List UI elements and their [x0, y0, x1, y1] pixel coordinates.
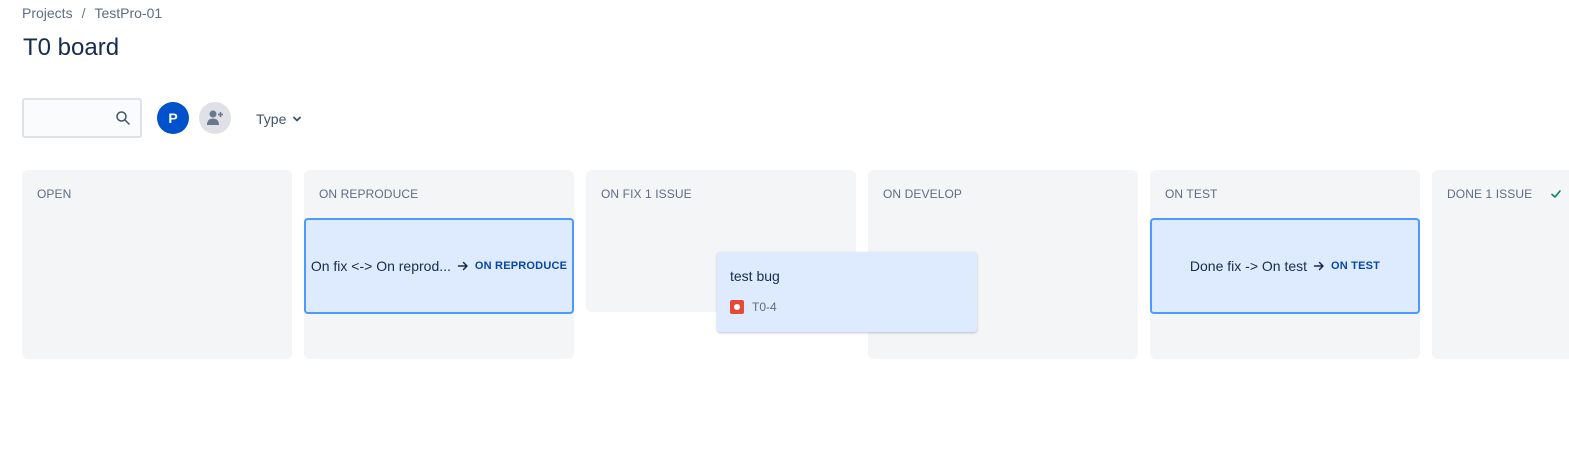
column-open: OPEN: [22, 170, 292, 359]
breadcrumb-separator: /: [81, 5, 86, 21]
column-header: ON FIX 1 ISSUE: [601, 187, 692, 201]
add-people-button[interactable]: [199, 102, 231, 134]
transition-drop-zone[interactable]: Done fix -> On test ON TEST: [1150, 218, 1420, 314]
column-on-test: ON TEST Done fix -> On test ON TEST: [1150, 170, 1420, 359]
bug-icon: [730, 300, 744, 314]
breadcrumb-projects[interactable]: Projects: [22, 5, 73, 21]
arrow-right-icon: [1313, 261, 1324, 271]
transition-label: Done fix -> On test: [1189, 258, 1308, 274]
issue-card[interactable]: test bug T0-4: [717, 252, 977, 332]
column-header: DONE 1 ISSUE: [1447, 187, 1562, 201]
breadcrumb-project[interactable]: TestPro-01: [94, 5, 162, 21]
transition-target-status: ON TEST: [1331, 260, 1381, 272]
column-title: DONE 1 ISSUE: [1447, 187, 1533, 201]
page-title: T0 board: [23, 34, 120, 61]
chevron-down-icon: [293, 116, 302, 122]
issue-card-footer: T0-4: [730, 300, 777, 314]
search-icon[interactable]: [115, 110, 131, 126]
arrow-right-icon: [457, 261, 468, 271]
transition-label: On fix <-> On reprod...: [310, 258, 451, 274]
add-person-icon: [207, 110, 223, 125]
avatar[interactable]: P: [157, 102, 189, 134]
column-header: OPEN: [37, 187, 72, 201]
column-done: DONE 1 ISSUE: [1432, 170, 1569, 359]
issue-key[interactable]: T0-4: [752, 300, 777, 314]
type-filter-dropdown[interactable]: Type: [248, 104, 310, 134]
transition-target-status: ON REPRODUCE: [474, 260, 568, 272]
type-filter-label: Type: [256, 111, 287, 127]
breadcrumb: Projects / TestPro-01: [22, 5, 162, 21]
column-on-reproduce: ON REPRODUCE On fix <-> On reprod... ON …: [304, 170, 574, 359]
search-input[interactable]: [30, 108, 120, 126]
transition-drop-zone[interactable]: On fix <-> On reprod... ON REPRODUCE: [304, 218, 574, 314]
checkmark-icon: [1551, 190, 1562, 198]
issue-summary: test bug: [730, 268, 780, 284]
column-header: ON DEVELOP: [883, 187, 963, 201]
column-header: ON REPRODUCE: [319, 187, 419, 201]
column-header: ON TEST: [1165, 187, 1218, 201]
search-box[interactable]: [22, 98, 142, 138]
